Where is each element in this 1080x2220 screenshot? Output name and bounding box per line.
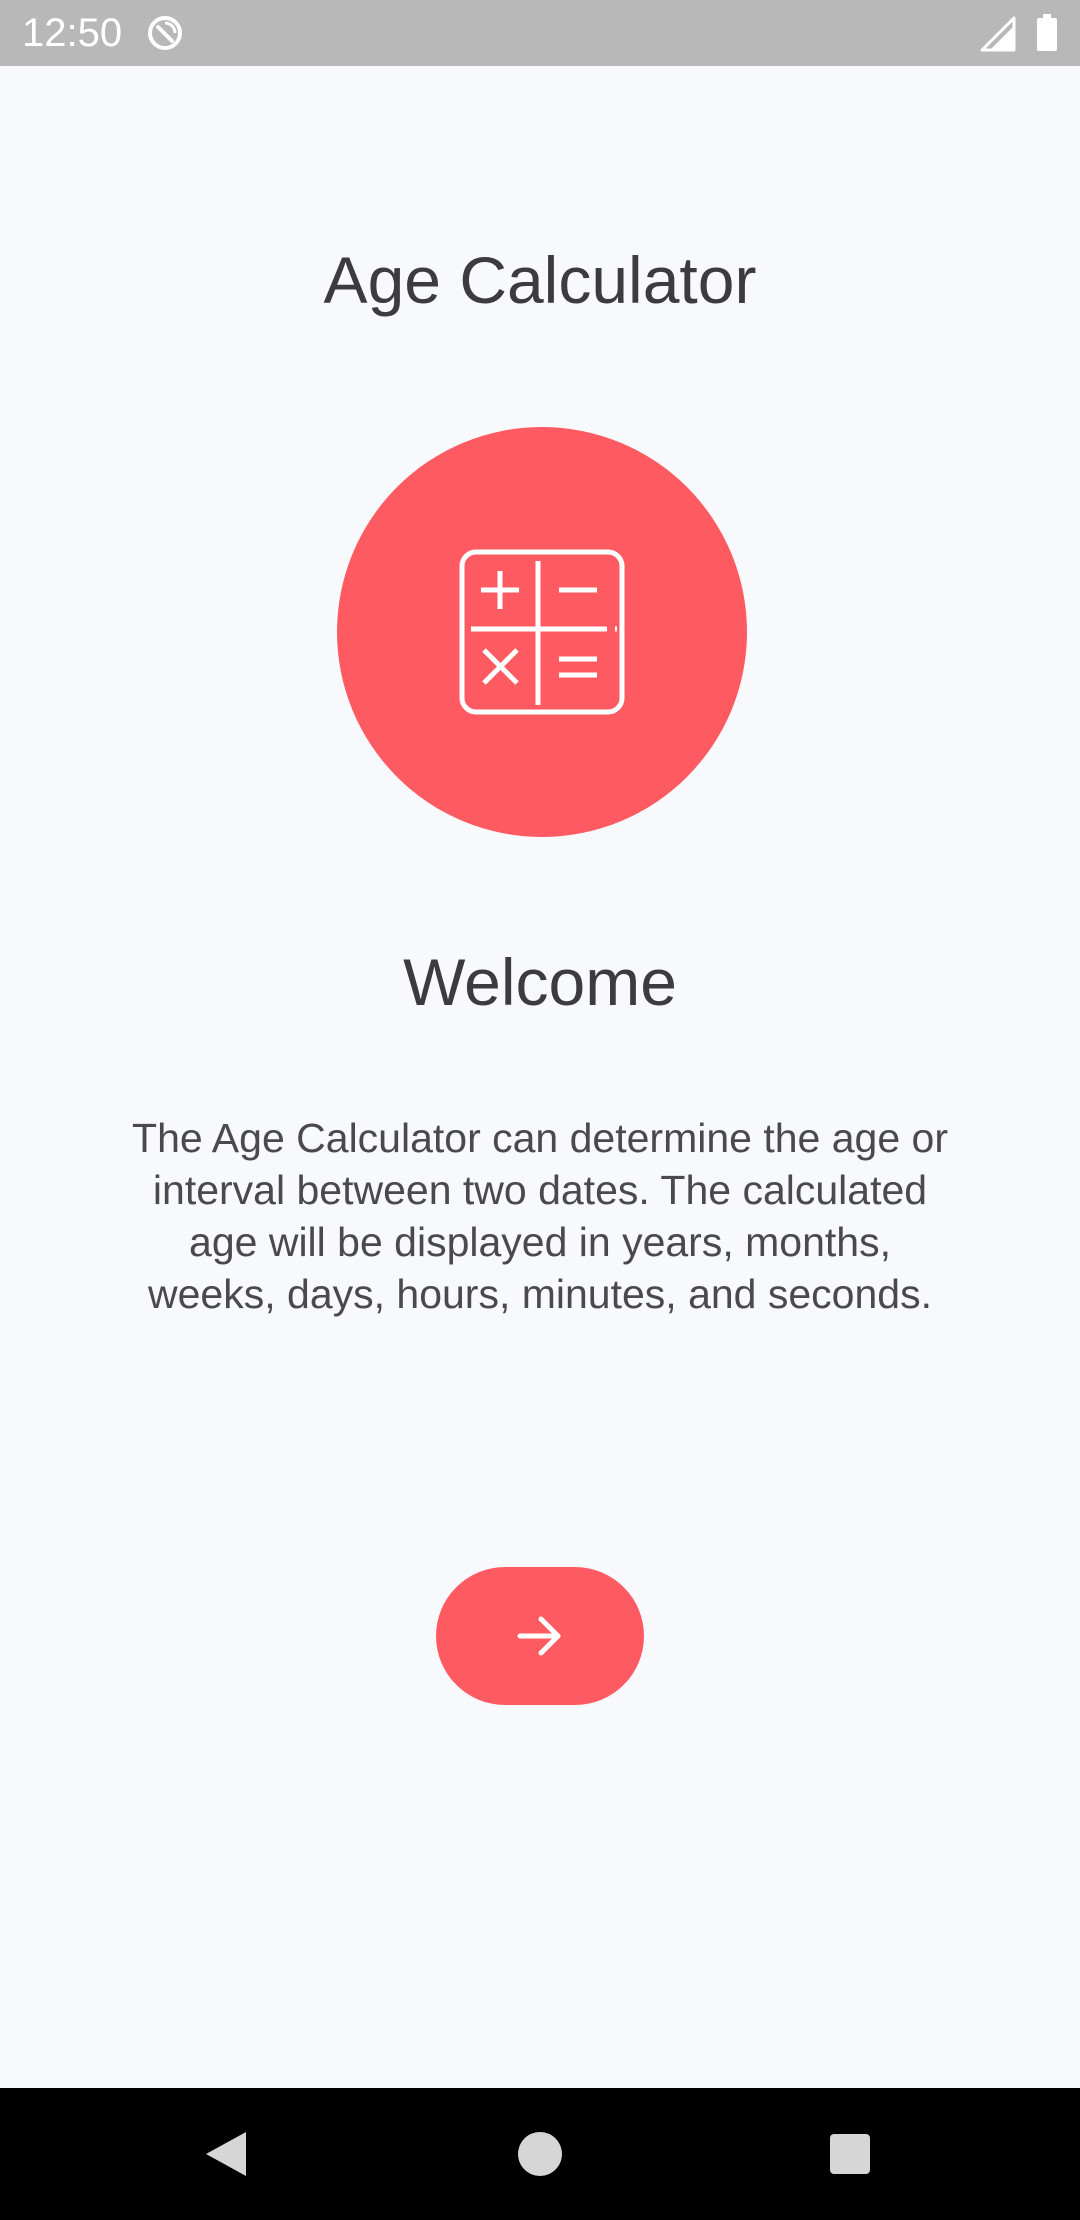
status-time: 12:50 bbox=[22, 11, 123, 55]
back-icon[interactable] bbox=[200, 2128, 250, 2180]
signal-icon bbox=[980, 16, 1016, 52]
next-button[interactable] bbox=[436, 1567, 644, 1705]
home-icon[interactable] bbox=[518, 2132, 562, 2176]
app-title: Age Calculator bbox=[323, 243, 757, 317]
calculator-icon bbox=[459, 549, 625, 715]
recents-icon[interactable] bbox=[830, 2134, 870, 2174]
arrow-right-icon bbox=[517, 1616, 561, 1656]
screen: 12:50 Age Calculator Welcome The Age Cal… bbox=[0, 0, 1080, 2220]
hero-circle bbox=[337, 427, 747, 837]
battery-icon bbox=[1037, 14, 1057, 51]
status-bar: 12:50 bbox=[0, 0, 1080, 66]
welcome-title: Welcome bbox=[403, 945, 677, 1019]
description-text: The Age Calculator can determine the age… bbox=[132, 1115, 948, 1317]
sync-icon bbox=[148, 16, 182, 50]
navigation-bar bbox=[0, 2088, 1080, 2220]
